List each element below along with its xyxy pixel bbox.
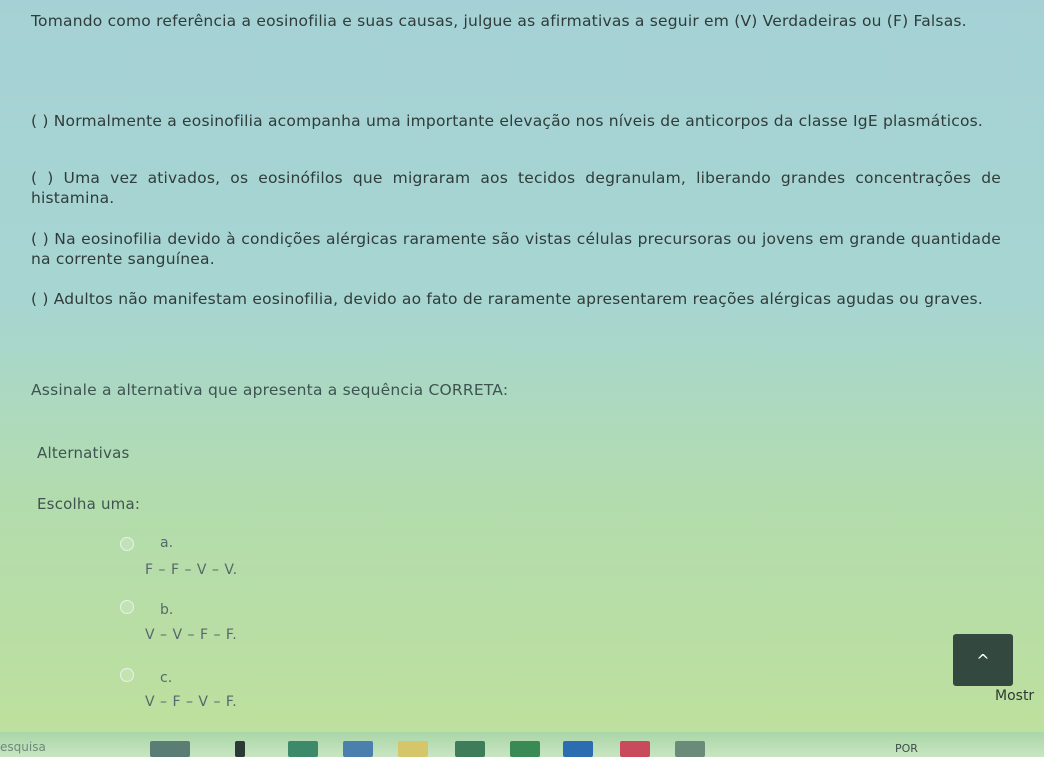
taskbar-app-icon-4[interactable] bbox=[343, 741, 373, 757]
content-panel bbox=[0, 0, 1044, 732]
taskbar-app-icon-5[interactable] bbox=[398, 741, 428, 757]
taskbar-app-icon-9[interactable] bbox=[620, 741, 650, 757]
statement-3: ( ) Na eosinofilia devido à condições al… bbox=[31, 230, 1001, 268]
question-prompt: Assinale a alternativa que apresenta a s… bbox=[31, 381, 509, 399]
chevron-up-icon: ^ bbox=[976, 650, 990, 670]
option-a-text[interactable]: F – F – V – V. bbox=[145, 562, 238, 578]
option-a-radio[interactable] bbox=[120, 537, 134, 551]
page-background: Tomando como referência a eosinofilia e … bbox=[0, 0, 1044, 732]
taskbar-search-input[interactable]: esquisa bbox=[0, 740, 46, 754]
taskbar-app-icon-6[interactable] bbox=[455, 741, 485, 757]
option-b-text[interactable]: V – V – F – F. bbox=[145, 627, 237, 643]
option-c-text[interactable]: V – F – V – F. bbox=[145, 694, 237, 710]
question-intro: Tomando como referência a eosinofilia e … bbox=[31, 12, 967, 30]
taskbar-app-icon-2[interactable] bbox=[235, 741, 245, 757]
scroll-to-top-button[interactable]: ^ bbox=[953, 634, 1013, 686]
option-c-radio[interactable] bbox=[120, 668, 134, 682]
alternativas-heading: Alternativas bbox=[37, 444, 130, 462]
taskbar-app-icon-1[interactable] bbox=[150, 741, 190, 757]
language-indicator[interactable]: POR bbox=[895, 742, 918, 755]
statement-2: ( ) Uma vez ativados, os eosinófilos que… bbox=[31, 169, 1001, 207]
option-c-letter[interactable]: c. bbox=[160, 670, 172, 686]
option-b-radio[interactable] bbox=[120, 600, 134, 614]
escolha-label: Escolha uma: bbox=[37, 495, 141, 513]
taskbar-app-icon-8[interactable] bbox=[563, 741, 593, 757]
option-a-letter[interactable]: a. bbox=[160, 535, 173, 551]
option-b-letter[interactable]: b. bbox=[160, 602, 173, 618]
taskbar-app-icon-7[interactable] bbox=[510, 741, 540, 757]
show-more-link[interactable]: Mostr bbox=[995, 688, 1034, 704]
statement-1: ( ) Normalmente a eosinofilia acompanha … bbox=[31, 112, 984, 130]
taskbar-app-icon-10[interactable] bbox=[675, 741, 705, 757]
taskbar-app-icon-3[interactable] bbox=[288, 741, 318, 757]
statement-4: ( ) Adultos não manifestam eosinofilia, … bbox=[31, 290, 983, 308]
